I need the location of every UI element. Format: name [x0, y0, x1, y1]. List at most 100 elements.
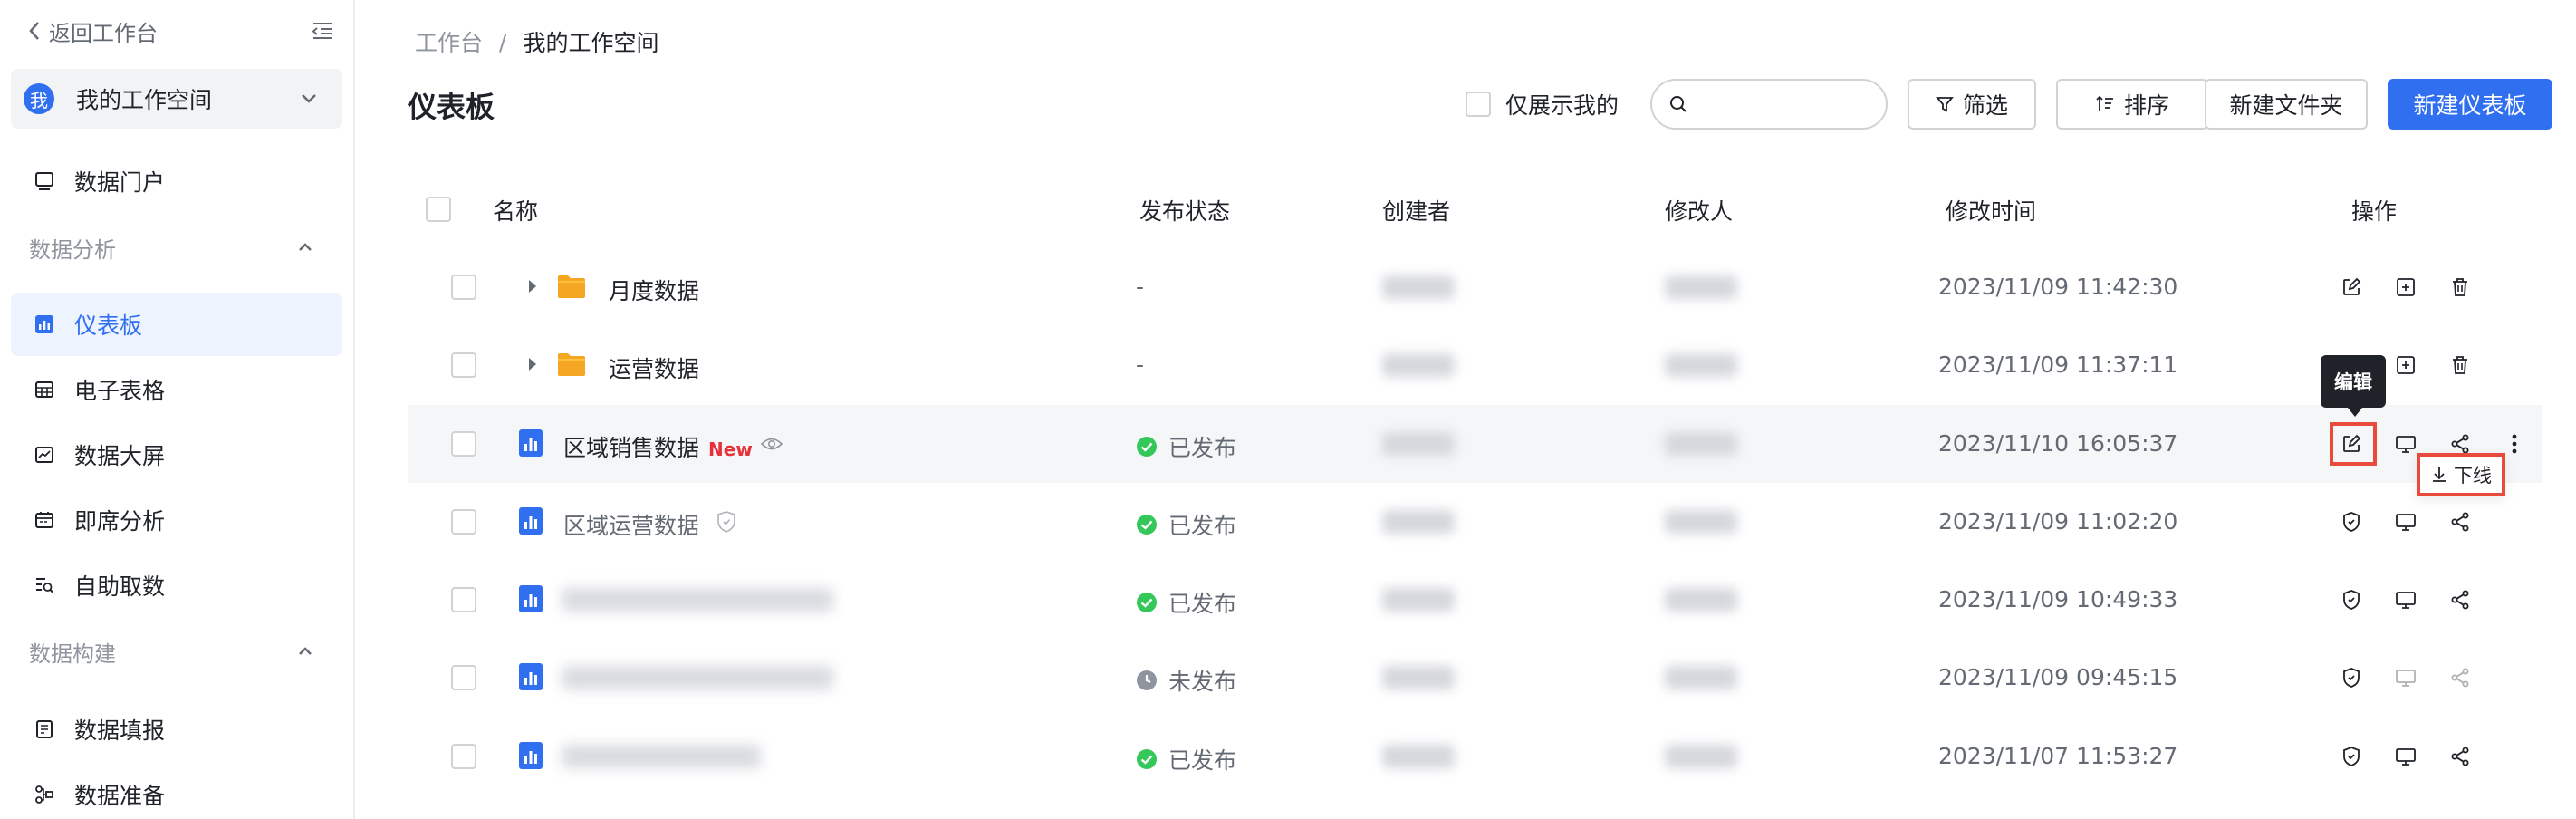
- modifier-redacted: [1665, 666, 1737, 689]
- sidebar-item-dashboard[interactable]: 仪表板: [11, 293, 342, 356]
- sidebar-item-label: 数据准备: [74, 783, 166, 809]
- row-name[interactable]: 区域销售数据: [563, 435, 699, 461]
- breadcrumb-root[interactable]: 工作台: [415, 25, 483, 58]
- table-row[interactable]: 月度数据 - 2023/11/09 11:42:30: [408, 248, 2542, 326]
- preview-monitor-icon: [2393, 665, 2418, 690]
- table-row[interactable]: 已发布 2023/11/07 11:53:27: [408, 718, 2542, 795]
- workspace-selector[interactable]: 我 我的工作空间: [11, 69, 342, 129]
- sidebar-item-data-prep[interactable]: 数据准备: [11, 763, 342, 819]
- sort-button[interactable]: 排序: [2056, 79, 2208, 130]
- search-box[interactable]: [1650, 79, 1888, 130]
- row-checkbox[interactable]: [451, 431, 476, 457]
- creator-redacted: [1382, 745, 1455, 768]
- add-icon[interactable]: [2393, 352, 2418, 378]
- caret-right-icon[interactable]: [525, 277, 540, 295]
- sidebar-item-label: 电子表格: [74, 378, 166, 404]
- dashboard-icon: [31, 311, 58, 338]
- row-checkbox[interactable]: [451, 275, 476, 300]
- sidebar-item-data-screen[interactable]: 数据大屏: [11, 423, 342, 487]
- permission-shield-icon[interactable]: [2339, 665, 2364, 690]
- sort-icon: [2096, 95, 2113, 111]
- permission-shield-icon[interactable]: [2339, 587, 2364, 612]
- more-vertical-icon[interactable]: [2502, 431, 2527, 457]
- table-row[interactable]: 未发布 2023/11/09 09:45:15: [408, 639, 2542, 717]
- row-modified-time: 2023/11/09 09:45:15: [1938, 664, 2178, 690]
- caret-right-icon[interactable]: [525, 355, 540, 373]
- sidebar-item-label: 数据大屏: [74, 443, 166, 469]
- table-row[interactable]: 运营数据 - 2023/11/09 11:37:11: [408, 326, 2542, 404]
- sidebar-item-data-portal[interactable]: 数据门户: [11, 149, 342, 213]
- modifier-redacted: [1665, 432, 1737, 456]
- table-row[interactable]: 已发布 2023/11/09 10:49:33: [408, 561, 2542, 639]
- back-label: 返回工作台: [49, 20, 158, 46]
- new-folder-button[interactable]: 新建文件夹: [2205, 79, 2368, 130]
- nav-group-data-analysis[interactable]: 数据分析: [29, 225, 342, 270]
- sidebar-item-data-fill[interactable]: 数据填报: [11, 698, 342, 761]
- row-name[interactable]: 运营数据: [609, 352, 699, 384]
- row-checkbox[interactable]: [451, 587, 476, 612]
- list-search-icon: [31, 572, 58, 599]
- share-icon[interactable]: [2447, 744, 2473, 769]
- only-mine-label: 仅展示我的: [1505, 92, 1620, 119]
- workspace-avatar: 我: [24, 83, 54, 114]
- eye-icon[interactable]: [761, 436, 783, 452]
- preview-monitor-icon[interactable]: [2393, 509, 2418, 535]
- flow-icon: [31, 781, 58, 808]
- offline-menu-item[interactable]: 下线: [2417, 453, 2505, 496]
- nav-group-data-build[interactable]: 数据构建: [29, 629, 342, 674]
- sidebar-item-label: 自助取数: [74, 573, 166, 600]
- row-checkbox[interactable]: [451, 509, 476, 535]
- collapse-sidebar-icon[interactable]: [310, 18, 335, 43]
- preview-monitor-icon[interactable]: [2393, 431, 2418, 457]
- new-dashboard-label: 新建仪表板: [2413, 92, 2527, 119]
- sidebar-item-spreadsheet[interactable]: 电子表格: [11, 358, 342, 421]
- row-modified-time: 2023/11/09 10:49:33: [1938, 586, 2178, 612]
- delete-icon[interactable]: [2447, 352, 2473, 378]
- row-name[interactable]: 月度数据: [609, 274, 699, 306]
- new-dashboard-button[interactable]: 新建仪表板: [2388, 79, 2552, 130]
- row-checkbox[interactable]: [451, 352, 476, 378]
- column-header-modifier: 修改人: [1665, 198, 1734, 225]
- monitor-icon: [31, 168, 58, 195]
- row-status-text: 未发布: [1168, 669, 1237, 695]
- share-icon[interactable]: [2447, 509, 2473, 535]
- delete-icon[interactable]: [2447, 275, 2473, 300]
- chevron-left-icon: [29, 22, 39, 40]
- select-all-checkbox[interactable]: [426, 197, 451, 222]
- search-input[interactable]: [1697, 92, 1879, 116]
- sidebar: 返回工作台 我 我的工作空间 数据门户 数据分析 仪表板 电子表格 数据大屏 即…: [0, 0, 355, 819]
- table-row[interactable]: 区域销售数据 New 已发布 2023/11/10 16:05:37: [408, 405, 2542, 483]
- row-name-cell[interactable]: 区域销售数据 New: [563, 430, 753, 463]
- preview-monitor-icon[interactable]: [2393, 744, 2418, 769]
- column-header-modified-time[interactable]: 修改时间: [1946, 194, 2036, 226]
- permission-shield-icon[interactable]: [2339, 744, 2364, 769]
- sidebar-item-self-service-query[interactable]: 自助取数: [11, 554, 342, 617]
- row-status: 已发布: [1136, 586, 1236, 619]
- sidebar-item-adhoc-analysis[interactable]: 即席分析: [11, 488, 342, 552]
- modifier-redacted: [1665, 275, 1737, 299]
- row-status-text: 已发布: [1168, 747, 1237, 774]
- add-icon[interactable]: [2393, 275, 2418, 300]
- only-mine-checkbox[interactable]: 仅展示我的: [1466, 88, 1619, 120]
- row-name[interactable]: 区域运营数据: [563, 508, 699, 541]
- chevron-up-icon: [299, 243, 312, 251]
- filter-button[interactable]: 筛选: [1908, 79, 2036, 130]
- modifier-redacted: [1665, 510, 1737, 534]
- edit-highlight-box: [2330, 422, 2377, 466]
- row-name-redacted[interactable]: [562, 666, 833, 689]
- dashboard-file-icon: [519, 507, 543, 535]
- share-icon[interactable]: [2447, 587, 2473, 612]
- creator-redacted: [1382, 275, 1455, 299]
- preview-monitor-icon[interactable]: [2393, 587, 2418, 612]
- row-checkbox[interactable]: [451, 665, 476, 690]
- row-name-redacted[interactable]: [562, 745, 761, 768]
- row-modified-time: 2023/11/09 11:02:20: [1938, 508, 2178, 535]
- row-checkbox[interactable]: [451, 744, 476, 769]
- row-name-redacted[interactable]: [562, 588, 833, 612]
- folder-icon: [558, 353, 585, 376]
- permission-shield-icon[interactable]: [2339, 509, 2364, 535]
- back-to-workbench-link[interactable]: 返回工作台: [27, 13, 158, 49]
- table-row[interactable]: 区域运营数据 已发布 2023/11/09 11:02:20: [408, 483, 2542, 561]
- edit-icon[interactable]: [2339, 275, 2364, 300]
- checkbox[interactable]: [1466, 92, 1491, 117]
